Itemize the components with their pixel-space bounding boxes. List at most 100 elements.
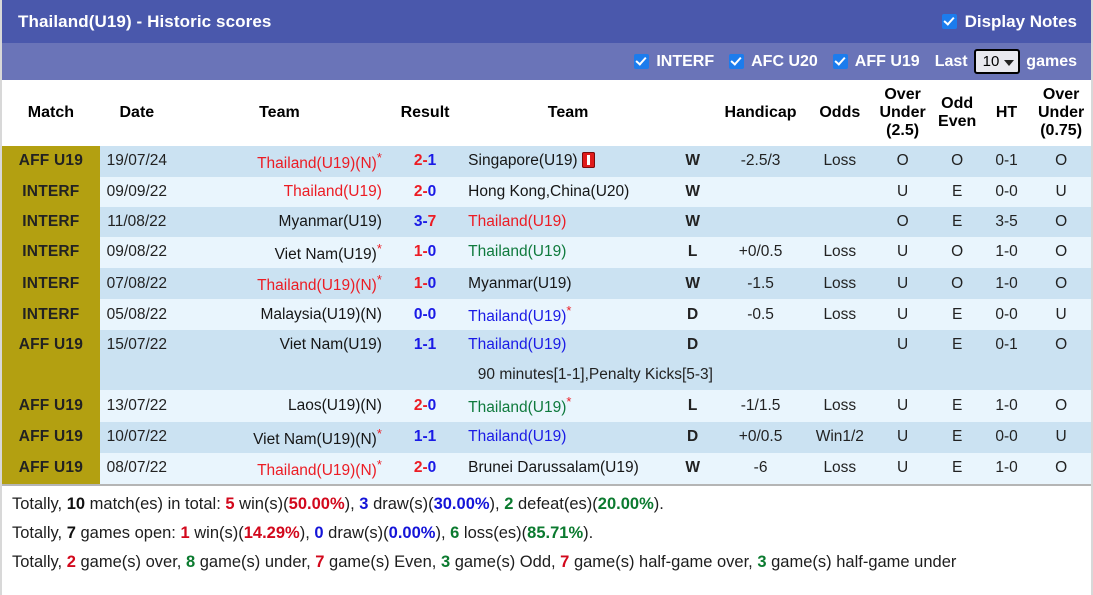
cell-home-team: Thailand(U19)(N)*: [173, 452, 385, 484]
cell-result[interactable]: 2-0: [384, 452, 466, 484]
cell-league: AFF U19: [2, 145, 100, 177]
cell-odds: Loss: [806, 236, 873, 269]
cell-result[interactable]: 1-1: [384, 421, 466, 453]
cell-odd-even: O: [932, 268, 982, 300]
col-ou075-line2: Under: [1038, 103, 1085, 121]
score-away: 0: [427, 459, 437, 477]
filter-aff-u19[interactable]: AFF U19: [832, 53, 920, 71]
cell-odds: Win1/2: [806, 421, 873, 453]
home-team-name: Thailand(U19)(N): [257, 154, 377, 172]
table-row[interactable]: AFF U19 08/07/22 Thailand(U19)(N)* 2-0 Brune…: [2, 452, 1091, 484]
display-notes-toggle[interactable]: Display Notes: [941, 12, 1077, 32]
filter-afc-u20[interactable]: AFC U20: [729, 53, 818, 71]
games-count-select[interactable]: 10: [973, 49, 1021, 74]
col-match: Match: [2, 80, 100, 146]
cell-home-team: Thailand(U19)(N)*: [173, 268, 385, 300]
col-wld: [671, 80, 715, 146]
s2-open: 7: [66, 523, 76, 542]
score-away: 0: [427, 305, 437, 323]
cell-away-team: Thailand(U19): [465, 206, 672, 237]
interf-checkbox-icon[interactable]: [634, 54, 650, 69]
cell-over-under-075: O: [1031, 145, 1091, 177]
table-row[interactable]: INTERF 05/08/22 Malaysia(U19)(N) 0-0 Thailan…: [2, 299, 1091, 331]
cell-win-loss-draw: D: [671, 330, 715, 361]
cell-result[interactable]: 0-0: [384, 299, 466, 331]
table-row[interactable]: INTERF 09/08/22 Viet Nam(U19)* 1-0 Thailand(…: [2, 236, 1091, 269]
games-label: games: [1026, 52, 1077, 70]
cell-handicap: [714, 176, 807, 207]
cell-halftime-score: 1-0: [981, 452, 1032, 484]
col-home-team: Team: [173, 80, 385, 146]
cell-halftime-score: 1-0: [981, 390, 1032, 422]
cell-result[interactable]: 1-1: [384, 330, 466, 361]
table-row[interactable]: AFF U19 15/07/22 Viet Nam(U19) 1-1 Thailand(…: [2, 330, 1091, 361]
cell-win-loss-draw: L: [671, 236, 715, 269]
cell-win-loss-draw: W: [671, 176, 715, 207]
historic-scores-panel: Thailand(U19) - Historic scores Display …: [0, 0, 1093, 595]
table-row[interactable]: AFF U19 10/07/22 Viet Nam(U19)(N)* 1-1 Thail…: [2, 421, 1091, 453]
cell-halftime-score: 0-0: [981, 176, 1032, 207]
cell-date: 09/09/22: [99, 176, 174, 207]
filter-interf-label: INTERF: [656, 52, 715, 70]
away-team-name: Thailand(U19): [468, 336, 567, 354]
s1-defeats-pct: 20.00%: [597, 494, 654, 513]
cell-handicap: -2.5/3: [714, 145, 807, 177]
away-team-name: Hong Kong,China(U20): [468, 182, 630, 200]
aff-u19-checkbox-icon[interactable]: [832, 54, 848, 69]
cell-handicap: [714, 330, 807, 361]
s3-half-under: 3: [757, 552, 767, 571]
s2-draws: 0: [314, 523, 324, 542]
cell-away-team: Thailand(U19)*: [465, 299, 672, 331]
s3-odd: 3: [440, 552, 451, 571]
cell-league: INTERF: [2, 176, 100, 207]
home-star-marker: *: [376, 149, 382, 165]
cell-result[interactable]: 2-0: [384, 176, 466, 207]
away-team-name: Thailand(U19): [468, 243, 567, 261]
s1-wins-pct: 50.00%: [288, 494, 345, 513]
cell-result[interactable]: 1-0: [384, 268, 466, 300]
afc-u20-checkbox-icon[interactable]: [729, 54, 745, 69]
table-row[interactable]: INTERF 09/09/22 Thailand(U19) 2-0 Hong Kong,…: [2, 176, 1091, 207]
cell-league: AFF U19: [2, 452, 100, 484]
col-ou075-line1: Over: [1042, 86, 1080, 103]
display-notes-checkbox-icon[interactable]: [941, 14, 957, 29]
table-row[interactable]: INTERF 07/08/22 Thailand(U19)(N)* 1-0 Myanma…: [2, 268, 1091, 300]
cell-odds: Loss: [806, 299, 873, 331]
cell-odd-even: E: [932, 330, 982, 361]
s2-c3: ).: [583, 523, 594, 542]
s1-total: 10: [66, 494, 86, 513]
home-team-name: Laos(U19)(N): [288, 396, 382, 414]
s3-even-label: game(s) Even,: [324, 552, 441, 571]
s1-draws-pct: 30.00%: [433, 494, 490, 513]
home-team-name: Malaysia(U19)(N): [260, 305, 382, 323]
cell-result[interactable]: 3-7: [384, 206, 466, 237]
table-row[interactable]: INTERF 11/08/22 Myanmar(U19) 3-7 Thailand(U1…: [2, 206, 1091, 237]
cell-odds: Loss: [806, 145, 873, 177]
table-row[interactable]: AFF U19 19/07/24 Thailand(U19)(N)* 2-1 Singa…: [2, 145, 1091, 177]
red-card-icon: [581, 152, 595, 169]
home-star-marker: *: [376, 456, 382, 472]
col-result: Result: [384, 80, 466, 146]
cell-result[interactable]: 2-0: [384, 390, 466, 422]
cell-over-under-25: U: [872, 452, 933, 484]
cell-result[interactable]: 2-1: [384, 145, 466, 177]
s2-mid: games open:: [75, 523, 181, 542]
summary-line-3: Totally, 2 game(s) over, 8 game(s) under…: [12, 553, 1081, 572]
s1-defeats-label: defeat(es)(: [513, 494, 598, 513]
cell-over-under-25: U: [872, 176, 933, 207]
cell-win-loss-draw: D: [671, 421, 715, 453]
table-body: AFF U19 19/07/24 Thailand(U19)(N)* 2-1 Singa…: [2, 145, 1091, 484]
col-odd-even: Odd Even: [932, 80, 982, 146]
s3-half-over: 7: [560, 552, 570, 571]
cell-date: 07/08/22: [99, 268, 174, 300]
cell-away-team: Thailand(U19): [465, 330, 672, 361]
cell-result[interactable]: 1-0: [384, 236, 466, 269]
col-over-under-25: Over Under (2.5): [872, 80, 933, 146]
filter-interf[interactable]: INTERF: [634, 53, 714, 71]
table-row[interactable]: AFF U19 13/07/22 Laos(U19)(N) 2-0 Thailand(U…: [2, 390, 1091, 422]
cell-odds: Loss: [806, 390, 873, 422]
cell-odd-even: E: [932, 421, 982, 453]
table-header: Match Date Team Result Team Handicap Odd…: [2, 80, 1091, 146]
cell-over-under-25: U: [872, 236, 933, 269]
cell-over-under-075: O: [1031, 206, 1091, 237]
